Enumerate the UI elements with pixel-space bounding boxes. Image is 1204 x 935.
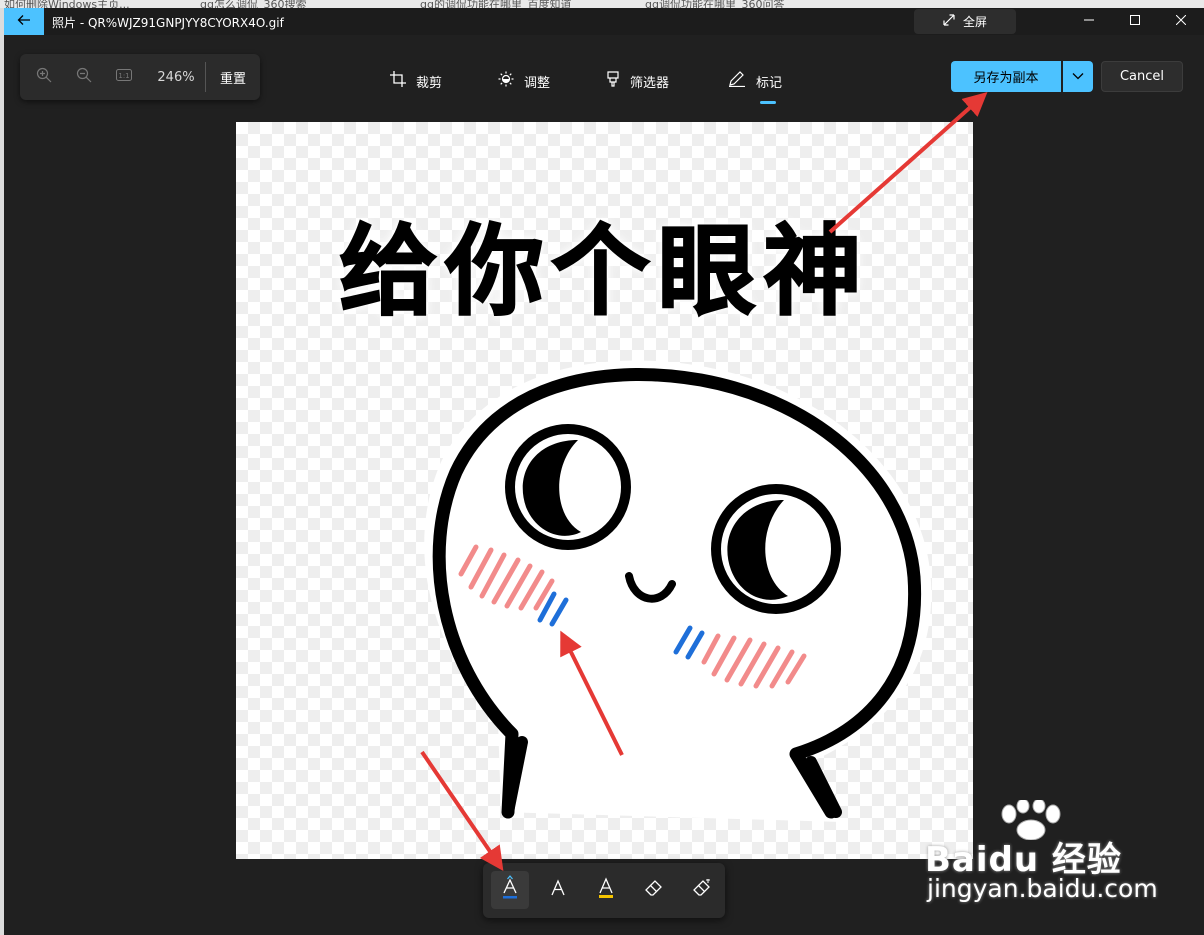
back-arrow-icon <box>17 13 31 31</box>
expand-arrows-icon <box>943 14 955 29</box>
zoom-in-icon <box>36 67 52 87</box>
highlighter-icon <box>597 876 615 904</box>
pen-icon <box>728 71 746 91</box>
save-copy-label: 另存为副本 <box>973 71 1039 86</box>
brightness-icon <box>498 71 514 91</box>
clear-all-button[interactable] <box>683 871 721 909</box>
browser-tab-3: qq的调侃功能在哪里_百度知道 <box>420 0 572 8</box>
fullscreen-button[interactable]: 全屏 <box>914 9 1016 34</box>
browser-tab-2: qq怎么调侃_360搜索 <box>200 0 307 8</box>
tool-adjust[interactable]: 调整 <box>498 66 550 96</box>
fullscreen-label: 全屏 <box>962 15 987 29</box>
tool-crop[interactable]: 裁剪 <box>390 66 442 96</box>
eraser-button[interactable] <box>635 871 673 909</box>
ballpoint-pen-button[interactable] <box>491 871 529 909</box>
reset-label: 重置 <box>219 71 246 87</box>
browser-tab-1: 如何删除Windows主页... <box>4 0 130 8</box>
close-button[interactable] <box>1158 8 1204 35</box>
cancel-label: Cancel <box>1119 69 1165 84</box>
tool-markup[interactable]: 标记 <box>728 66 782 96</box>
zoom-level: 246% <box>152 54 200 100</box>
close-icon <box>1175 14 1187 29</box>
minimize-icon <box>1084 14 1094 29</box>
calligraphy-pen-button[interactable] <box>539 871 577 909</box>
tool-adjust-label: 调整 <box>524 75 551 91</box>
browser-tab-4: qq调侃功能在哪里_360问答 <box>645 0 785 8</box>
tool-markup-label: 标记 <box>756 75 783 91</box>
save-copy-split-button: 另存为副本 <box>951 61 1093 92</box>
tool-filter-label: 筛选器 <box>630 75 670 91</box>
window-title: 照片 - QR%WJZ91GNPJYY8CYORX4O.gif <box>52 16 284 30</box>
zoom-out-icon <box>76 67 92 87</box>
highlighter-button[interactable] <box>587 871 625 909</box>
zoom-percent: 246% <box>157 69 195 85</box>
tool-filter[interactable]: 筛选器 <box>606 66 669 96</box>
clear-all-icon <box>692 879 712 901</box>
maximize-button[interactable] <box>1112 8 1158 35</box>
actual-size-button[interactable]: 1:1 <box>112 54 136 100</box>
back-button[interactable] <box>4 8 44 35</box>
maximize-icon <box>1130 14 1140 29</box>
eraser-icon <box>644 879 664 901</box>
filter-icon <box>606 71 620 91</box>
title-bar: 照片 - QR%WJZ91GNPJYY8CYORX4O.gif 全屏 <box>4 8 1204 35</box>
markup-toolbar <box>483 863 725 918</box>
zoom-out-button[interactable] <box>72 54 96 100</box>
save-copy-button[interactable]: 另存为副本 <box>951 61 1061 92</box>
meme-character <box>424 360 932 822</box>
crop-icon <box>390 71 406 91</box>
chevron-down-icon <box>1072 69 1084 84</box>
save-options-dropdown[interactable] <box>1063 61 1093 92</box>
zoom-in-button[interactable] <box>32 54 56 100</box>
minimize-button[interactable] <box>1066 8 1112 35</box>
zoom-divider <box>205 62 206 92</box>
reset-button[interactable]: 重置 <box>216 54 250 100</box>
zoom-controls: 1:1 246% 重置 <box>20 54 260 100</box>
tool-markup-active-indicator <box>760 101 776 104</box>
cancel-button[interactable]: Cancel <box>1101 61 1183 92</box>
baidu-jingyan-watermark: Baidu 经验 jingyan.baidu.com <box>925 800 1185 910</box>
background-browser-tabs: 如何删除Windows主页... qq怎么调侃_360搜索 qq的调侃功能在哪里… <box>0 0 1204 8</box>
tool-crop-label: 裁剪 <box>416 75 443 91</box>
photos-app-window: 照片 - QR%WJZ91GNPJYY8CYORX4O.gif 全屏 1:1 2… <box>4 8 1204 935</box>
image-canvas[interactable]: 给你个眼神 <box>236 122 973 859</box>
svg-text:1:1: 1:1 <box>118 72 129 80</box>
calligraphy-pen-icon <box>549 877 567 903</box>
ballpoint-pen-icon <box>501 875 519 905</box>
actual-size-icon: 1:1 <box>116 69 132 85</box>
watermark-site: jingyan.baidu.com <box>927 874 1158 903</box>
